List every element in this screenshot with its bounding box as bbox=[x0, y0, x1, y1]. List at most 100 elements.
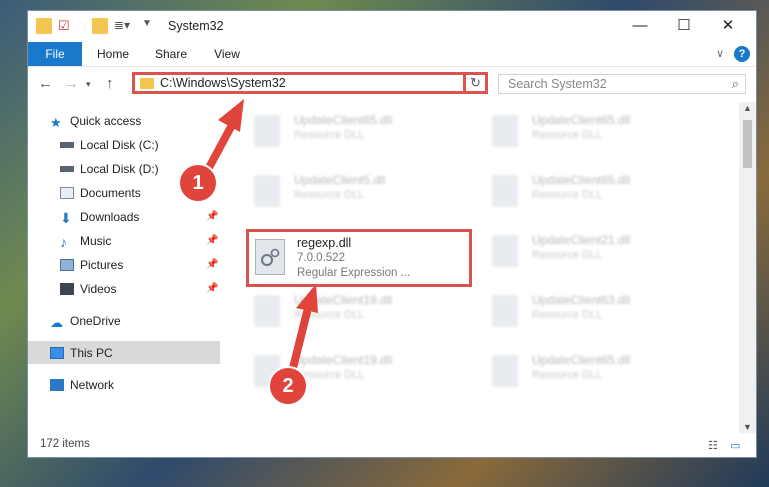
status-bar: 172 items ☷ ▭ bbox=[28, 433, 756, 457]
downloads-icon: ⬇ bbox=[60, 210, 72, 226]
sidebar-item-onedrive[interactable]: ☁ OneDrive bbox=[50, 310, 121, 332]
details-view-icon[interactable]: ☷ bbox=[708, 439, 718, 452]
sidebar-item-label: Quick access bbox=[70, 114, 142, 128]
sidebar-item-label: Pictures bbox=[80, 258, 124, 272]
new-folder-icon[interactable] bbox=[92, 18, 108, 34]
file-name: UpdateClient19.dll bbox=[294, 293, 393, 307]
chevron-down-icon[interactable]: ▼ bbox=[142, 18, 158, 34]
sidebar-item-label: Network bbox=[70, 378, 115, 392]
file-type: Resource DLL bbox=[294, 309, 365, 321]
sidebar-item-local-disk-d[interactable]: Local Disk (D:) bbox=[60, 158, 159, 180]
dll-file-icon bbox=[255, 239, 285, 275]
address-bar[interactable]: C:\Windows\System32 ∨ bbox=[132, 72, 488, 94]
vertical-scrollbar[interactable]: ▲ ▼ bbox=[739, 102, 756, 433]
file-type: Resource DLL bbox=[532, 249, 603, 261]
sidebar-item-this-pc[interactable]: This PC bbox=[50, 342, 113, 364]
list-item[interactable]: UpdateClient65.dll Resource DLL bbox=[246, 111, 446, 157]
file-name: UpdateClient65.dll bbox=[532, 353, 631, 367]
scroll-up-icon[interactable]: ▲ bbox=[743, 103, 752, 113]
help-icon[interactable]: ? bbox=[734, 46, 750, 62]
step-2-badge: 2 bbox=[268, 366, 308, 406]
search-input[interactable]: Search System32 ⌕ bbox=[498, 74, 746, 94]
pin-icon[interactable]: 📌 bbox=[206, 259, 218, 270]
list-item[interactable]: UpdateClient65.dll Resource DLL bbox=[484, 111, 684, 157]
tab-file[interactable]: File bbox=[28, 42, 82, 66]
file-version: 7.0.0.522 bbox=[297, 252, 345, 264]
sidebar-item-downloads[interactable]: ⬇ Downloads bbox=[60, 206, 139, 228]
sidebar-item-music[interactable]: ♪ Music bbox=[60, 230, 111, 252]
window-title: System32 bbox=[168, 19, 224, 33]
refresh-button[interactable]: ↻ bbox=[463, 72, 488, 94]
file-name: regexp.dll bbox=[297, 236, 352, 250]
close-button[interactable]: ✕ bbox=[708, 13, 748, 39]
sidebar-item-documents[interactable]: Documents bbox=[60, 182, 141, 204]
list-item[interactable]: UpdateClient65.dll Resource DLL bbox=[484, 351, 684, 397]
properties-icon[interactable]: ☑ bbox=[58, 18, 74, 34]
dll-file-icon bbox=[492, 235, 518, 267]
file-type: Resource DLL bbox=[532, 189, 603, 201]
documents-icon bbox=[60, 187, 74, 199]
up-arrow-icon[interactable]: ↑ bbox=[106, 75, 114, 92]
dll-file-icon bbox=[492, 115, 518, 147]
dll-file-icon bbox=[254, 115, 280, 147]
cloud-icon: ☁ bbox=[50, 315, 63, 330]
list-item[interactable]: UpdateClient63.dll Resource DLL bbox=[484, 291, 684, 337]
address-path[interactable]: C:\Windows\System32 bbox=[160, 76, 286, 90]
ribbon-tabs: File Home Share View ∨ ? bbox=[28, 42, 756, 67]
tab-view[interactable]: View bbox=[204, 42, 250, 66]
file-name: UpdateClient21.dll bbox=[532, 233, 631, 247]
search-placeholder: Search System32 bbox=[508, 77, 607, 91]
gear-icon bbox=[261, 248, 280, 266]
file-type: Resource DLL bbox=[294, 129, 365, 141]
file-name: UpdateClient65.dll bbox=[532, 113, 631, 127]
pin-icon[interactable]: 📌 bbox=[206, 235, 218, 246]
file-name: UpdateClient65.dll bbox=[294, 113, 393, 127]
highlighted-file-item[interactable]: regexp.dll 7.0.0.522 Regular Expression … bbox=[246, 229, 472, 287]
back-arrow-icon[interactable]: ← bbox=[38, 75, 53, 92]
customize-toolbar-icon[interactable]: ≣▾ bbox=[114, 18, 130, 34]
dll-file-icon bbox=[254, 175, 280, 207]
folder-icon bbox=[140, 78, 154, 89]
title-bar: ☑ ≣▾ ▼ System32 — ☐ ✕ bbox=[28, 11, 756, 42]
scroll-down-icon[interactable]: ▼ bbox=[743, 422, 752, 432]
list-item[interactable]: UpdateClient21.dll Resource DLL bbox=[484, 231, 684, 277]
list-item[interactable]: UpdateClient65.dll Resource DLL bbox=[484, 171, 684, 217]
tab-home[interactable]: Home bbox=[88, 42, 138, 66]
address-row: ← → ▾ ↑ C:\Windows\System32 ∨ ↻ Search S… bbox=[28, 67, 756, 99]
sidebar-item-label: OneDrive bbox=[70, 314, 121, 328]
pin-icon[interactable]: 📌 bbox=[206, 211, 218, 222]
dll-file-icon bbox=[492, 175, 518, 207]
file-type: Resource DLL bbox=[532, 309, 603, 321]
sidebar-item-network[interactable]: Network bbox=[50, 374, 114, 396]
folder-icon bbox=[36, 18, 52, 34]
sidebar-item-label: Videos bbox=[80, 282, 117, 296]
sidebar-item-label: Documents bbox=[80, 186, 141, 200]
maximize-button[interactable]: ☐ bbox=[664, 13, 704, 39]
dll-file-icon bbox=[492, 355, 518, 387]
sidebar-item-videos[interactable]: Videos bbox=[60, 278, 116, 300]
recent-locations-icon[interactable]: ▾ bbox=[86, 79, 91, 90]
tab-share[interactable]: Share bbox=[146, 42, 196, 66]
forward-arrow-icon[interactable]: → bbox=[64, 75, 79, 92]
search-icon: ⌕ bbox=[731, 76, 739, 91]
sidebar-item-local-disk-c[interactable]: Local Disk (C:) bbox=[60, 134, 159, 156]
file-type: Resource DLL bbox=[532, 369, 603, 381]
list-item[interactable]: UpdateClient19.dll Resource DLL bbox=[246, 291, 446, 337]
sidebar-item-label: This PC bbox=[70, 346, 113, 360]
sidebar-item-pictures[interactable]: Pictures bbox=[60, 254, 123, 276]
list-item[interactable]: UpdateClient5.dll Resource DLL bbox=[246, 171, 446, 217]
file-explorer-window: ☑ ≣▾ ▼ System32 — ☐ ✕ File Home Share Vi… bbox=[27, 10, 757, 458]
sidebar-item-quick-access[interactable]: ★ Quick access bbox=[50, 110, 141, 132]
scrollbar-thumb[interactable] bbox=[743, 120, 752, 168]
expand-ribbon-icon[interactable]: ∨ bbox=[712, 42, 728, 66]
file-type: Resource DLL bbox=[294, 189, 365, 201]
dll-file-icon bbox=[492, 295, 518, 327]
file-name: UpdateClient5.dll bbox=[294, 173, 386, 187]
large-icons-view-icon[interactable]: ▭ bbox=[730, 439, 740, 452]
minimize-button[interactable]: — bbox=[620, 13, 660, 39]
file-type: Regular Expression ... bbox=[297, 267, 411, 279]
sidebar-item-label: Local Disk (C:) bbox=[80, 138, 159, 152]
pin-icon[interactable]: 📌 bbox=[206, 283, 218, 294]
navigation-pane: ★ Quick access Local Disk (C:) Local Disk… bbox=[28, 103, 220, 423]
music-icon: ♪ bbox=[60, 234, 67, 250]
